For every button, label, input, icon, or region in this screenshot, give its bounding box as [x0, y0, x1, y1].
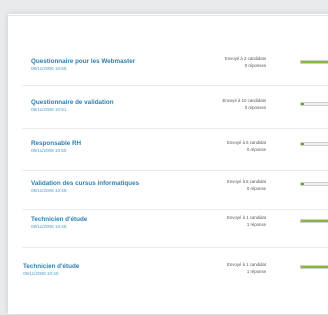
- sent-count: Envoyé à 2 candidats: [224, 56, 266, 61]
- response-count: 0 réponses: [244, 105, 266, 110]
- row-divider: [22, 247, 328, 248]
- progress-fill: [301, 143, 305, 145]
- questionnaire-date: 09/11/2008 10:51: [31, 107, 67, 112]
- row-divider: [22, 85, 328, 86]
- response-progress-bar: [300, 142, 328, 146]
- progress-fill: [301, 61, 328, 63]
- response-progress-bar: [300, 265, 328, 269]
- questionnaire-date: 09/11/2008 10:56: [31, 66, 67, 71]
- progress-fill: [301, 103, 305, 105]
- questionnaire-date: 09/11/2008 10:40: [23, 271, 59, 276]
- progress-fill: [301, 183, 305, 185]
- questionnaire-title-link[interactable]: Questionnaire de validation: [31, 99, 114, 106]
- questionnaire-title-link[interactable]: Validation des cursus informatiques: [31, 180, 139, 187]
- questionnaire-title-link[interactable]: Technicien d'étude: [31, 216, 87, 223]
- sent-count: Envoyé à 5 candidat: [227, 179, 266, 184]
- row-divider: [22, 128, 328, 129]
- response-progress-bar: [300, 60, 328, 64]
- table-row[interactable]: Responsable RH 09/11/2008 10:50 Envoyé à…: [0, 133, 328, 171]
- row-divider: [22, 170, 328, 171]
- questionnaire-title-link[interactable]: Questionnaire pour les Webmaster: [31, 58, 135, 65]
- response-count: 0 réponse: [246, 147, 266, 152]
- response-progress-bar: [300, 102, 328, 106]
- questionnaire-date: 09/11/2008 10:45: [31, 224, 67, 229]
- table-row[interactable]: Validation des cursus informatiques 09/1…: [0, 172, 328, 210]
- response-progress-bar: [300, 219, 328, 223]
- panel-divider: [8, 15, 328, 16]
- progress-fill: [301, 220, 328, 222]
- progress-fill: [301, 266, 328, 268]
- response-progress-bar: [300, 182, 328, 186]
- questionnaire-title-link[interactable]: Responsable RH: [31, 140, 81, 147]
- response-count: 0 réponses: [244, 63, 266, 68]
- table-row[interactable]: Technicien d'étude 09/11/2008 10:40 Envo…: [0, 253, 328, 291]
- response-count: 1 réponse: [246, 222, 266, 227]
- questionnaire-date: 09/11/2008 10:50: [31, 148, 67, 153]
- table-row[interactable]: Technicien d'étude 09/11/2008 10:45 Envo…: [0, 210, 328, 248]
- table-row[interactable]: Questionnaire de validation 09/11/2008 1…: [0, 91, 328, 129]
- table-row[interactable]: Questionnaire pour les Webmaster 09/11/2…: [0, 48, 328, 86]
- sent-count: Envoyé à 1 candidat: [227, 262, 266, 267]
- sent-count: Envoyé à 10 candidats: [222, 98, 266, 103]
- response-count: 1 réponse: [246, 269, 266, 274]
- sent-count: Envoyé à 5 candidat: [227, 140, 266, 145]
- questionnaire-title-link[interactable]: Technicien d'étude: [23, 263, 79, 270]
- questionnaire-date: 09/11/2008 10:49: [31, 188, 67, 193]
- sent-count: Envoyé à 1 candidat: [227, 215, 266, 220]
- response-count: 0 réponse: [246, 186, 266, 191]
